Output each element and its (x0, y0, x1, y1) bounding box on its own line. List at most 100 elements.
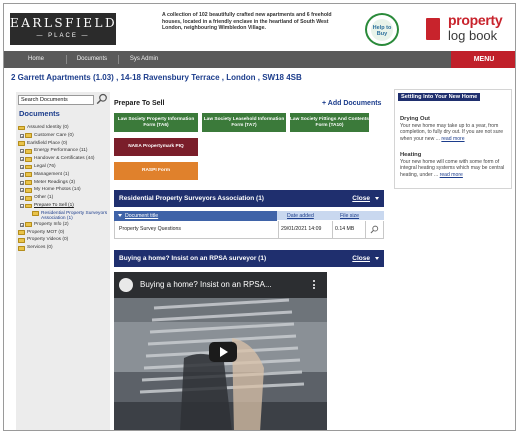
tree-item[interactable]: + Property Info (2) (16, 221, 110, 229)
search-documents-input[interactable] (18, 95, 94, 105)
tree-item[interactable]: Assured Identity (0) (16, 124, 110, 132)
documents-heading: Documents (19, 109, 60, 118)
expand-icon[interactable]: + (20, 133, 24, 138)
more-options-icon[interactable] (311, 280, 317, 291)
video-thumbnail-image (139, 298, 305, 430)
tree-item[interactable]: + Energy Performance (11) (16, 147, 110, 155)
chevron-down-icon[interactable] (375, 197, 379, 200)
tree-item-label[interactable]: Customer Care (0) (34, 132, 74, 140)
tree-item-label[interactable]: Prepare To Sell (1) (34, 202, 74, 210)
expand-icon[interactable]: + (20, 149, 24, 154)
property-address: 2 Garrett Apartments (1.03) , 14-18 Rave… (11, 73, 302, 82)
tree-item-label[interactable]: Property MOT (0) (27, 229, 64, 237)
ta10-form-button[interactable]: Law Society Fittings And Contents Form (… (290, 113, 369, 132)
expand-icon[interactable]: + (20, 172, 24, 177)
tree-item-label[interactable]: Property Info (2) (34, 221, 69, 229)
nav-divider (118, 55, 119, 64)
expand-icon[interactable]: + (20, 196, 24, 201)
video-player[interactable]: Buying a home? Insist on an RPSA... (114, 272, 327, 430)
folder-icon (25, 156, 32, 162)
raspi-form-button[interactable]: RASPI Form (114, 162, 198, 180)
search-icon[interactable] (96, 93, 108, 105)
cell-divider (332, 221, 333, 238)
tree-item-label[interactable]: Legal (76) (34, 163, 56, 171)
folder-icon (25, 164, 32, 170)
settling-in-title: Settling Into Your New Home (398, 93, 481, 101)
tree-item[interactable]: + My Home Photos (14) (16, 186, 110, 194)
table-header: Document title Date added File size (114, 211, 384, 221)
tree-item[interactable]: Property Videos (0) (16, 236, 110, 244)
tree-item[interactable]: Property MOT (0) (16, 229, 110, 237)
tree-item[interactable]: − Prepare To Sell (1) (16, 202, 110, 210)
tree-item-label[interactable]: Earlsfield Place (0) (27, 140, 67, 148)
nav-sys-admin[interactable]: Sys Admin (122, 51, 166, 68)
nav-divider (66, 55, 67, 64)
nav-home[interactable]: Home (14, 51, 58, 68)
earlsfield-place-logo[interactable]: EARLSFIELD — PLACE — (10, 13, 116, 45)
video-close-link[interactable]: Close (352, 250, 370, 267)
sort-caret-icon (118, 214, 122, 218)
tree-item-label[interactable]: Other (1) (34, 194, 53, 202)
site-header: EARLSFIELD — PLACE — A collection of 102… (4, 4, 515, 50)
add-documents-link[interactable]: + Add Documents (322, 100, 381, 107)
tree-item-label[interactable]: Handover & Certificates (44) (34, 155, 95, 163)
expand-icon[interactable]: + (20, 222, 24, 227)
tree-item[interactable]: + Legal (76) (16, 163, 110, 171)
rpsa-close-link[interactable]: Close (352, 190, 370, 207)
documents-table: Document title Date added File size Prop… (114, 211, 384, 239)
tree-item[interactable]: Earlsfield Place (0) (16, 140, 110, 148)
tip-body: Your new home will come with some form o… (400, 159, 510, 178)
expand-icon[interactable]: + (20, 180, 24, 185)
tree-item-label[interactable]: Property Videos (0) (27, 236, 68, 244)
logo-line-1: EARLSFIELD (10, 16, 118, 30)
chevron-down-icon[interactable] (375, 257, 379, 260)
row-document-title[interactable]: Property Survey Questions (119, 221, 181, 238)
tree-item-label[interactable]: Meter Readings (3) (34, 179, 75, 187)
tree-item-label[interactable]: Management (1) (34, 171, 69, 179)
tree-item[interactable]: + Meter Readings (3) (16, 179, 110, 187)
tree-item[interactable]: + Handover & Certificates (44) (16, 155, 110, 163)
column-document-title[interactable]: Document title (114, 211, 277, 221)
tree-item-label[interactable]: Residential Property Surveyors Associati… (41, 211, 108, 221)
tree-item[interactable]: Residential Property Surveyors Associati… (16, 210, 110, 221)
logbook-book-icon (426, 18, 440, 40)
tree-item-label[interactable]: Assured Identity (0) (27, 124, 69, 132)
tree-item[interactable]: Services (0) (16, 244, 110, 252)
expand-icon[interactable]: + (20, 188, 24, 193)
nav-documents[interactable]: Documents (70, 51, 114, 68)
tip-drying-out: Drying Out Your new home may take up to … (400, 116, 510, 142)
menu-button[interactable]: MENU (451, 51, 515, 68)
rpsa-panel-title: Residential Property Surveyors Associati… (119, 195, 264, 202)
collapse-icon[interactable]: − (20, 203, 24, 208)
naea-piq-button[interactable]: NAEA Propertymark PIQ (114, 138, 198, 156)
ta7-form-button[interactable]: Law Society Leasehold Information Form (… (202, 113, 286, 132)
main-nav: Home Documents Sys Admin MENU (4, 51, 515, 68)
read-more-link[interactable]: read more (441, 136, 464, 142)
logbook-title-line-1: property (448, 12, 503, 28)
expand-icon[interactable]: + (20, 164, 24, 169)
property-logbook-logo[interactable]: property log book (426, 12, 514, 46)
channel-avatar[interactable] (119, 278, 133, 292)
logo-line-2: — PLACE — (36, 33, 90, 39)
table-row[interactable]: Property Survey Questions 29/01/2021 14:… (114, 221, 384, 239)
folder-icon (25, 180, 32, 185)
tree-item[interactable]: + Management (1) (16, 171, 110, 179)
video-title[interactable]: Buying a home? Insist on an RPSA... (140, 280, 272, 289)
column-file-size[interactable]: File size (340, 211, 359, 221)
folder-icon (32, 211, 39, 217)
column-date-added[interactable]: Date added (287, 211, 314, 221)
video-panel-header: Buying a home? Insist on an RPSA surveyo… (114, 250, 384, 267)
expand-icon[interactable]: + (20, 157, 24, 162)
preview-search-icon[interactable] (370, 225, 379, 234)
ta6-form-button[interactable]: Law Society Property Information Form (T… (114, 113, 198, 132)
tree-item-label[interactable]: Energy Performance (11) (34, 147, 88, 155)
tree-item[interactable]: + Other (1) (16, 194, 110, 202)
tip-body: Your new home may take up to a year, fro… (400, 123, 510, 142)
play-icon[interactable] (209, 342, 237, 362)
tree-item[interactable]: + Customer Care (0) (16, 132, 110, 140)
development-intro-text: A collection of 102 beautifully crafted … (162, 12, 332, 32)
column-document-title-label: Document title (125, 213, 159, 219)
read-more-link[interactable]: read more (440, 172, 463, 178)
tree-item-label[interactable]: My Home Photos (14) (34, 186, 81, 194)
tree-item-label[interactable]: Services (0) (27, 244, 53, 252)
